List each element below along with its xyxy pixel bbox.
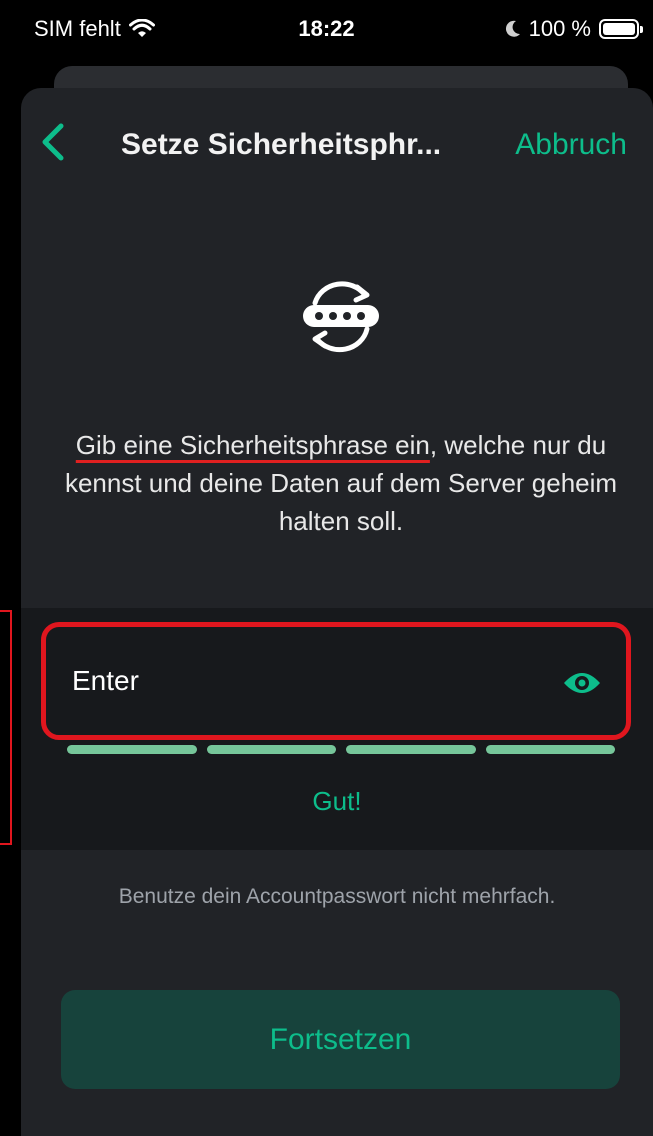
- battery-status: 100 %: [505, 16, 643, 42]
- key-backup-icon: [303, 281, 379, 353]
- cancel-button[interactable]: Abbruch: [515, 128, 627, 162]
- battery-icon: [599, 19, 643, 39]
- passphrase-section: Enter Gut!: [21, 608, 653, 850]
- passphrase-input[interactable]: Enter: [72, 665, 139, 697]
- status-bar: SIM fehlt 18:22 100 %: [0, 0, 653, 62]
- continue-button[interactable]: Fortsetzen: [61, 990, 620, 1089]
- strength-label: Gut!: [312, 786, 362, 816]
- page-title: Setze Sicherheitsphr...: [121, 128, 442, 161]
- navigation-bar: Setze Sicherheitsphr... Abbruch: [21, 88, 653, 198]
- passphrase-field[interactable]: Enter: [41, 622, 631, 740]
- moon-icon: [505, 20, 520, 37]
- annotation-bracket: [0, 610, 12, 845]
- hint-text: Benutze dein Accountpasswort nicht mehrf…: [118, 885, 556, 908]
- strength-segment: [485, 745, 615, 754]
- strength-segment: [206, 745, 336, 754]
- show-password-eye-icon[interactable]: [562, 669, 602, 697]
- strength-segment: [346, 745, 476, 754]
- description-text: Gib eine Sicherheitsphrase ein, welche n…: [51, 426, 631, 540]
- description-highlight: Gib eine Sicherheitsphrase ein: [75, 430, 430, 460]
- battery-percent: 100 %: [528, 16, 591, 41]
- strength-meter: [67, 745, 615, 754]
- strength-segment: [67, 745, 197, 754]
- modal-sheet: Setze Sicherheitsphr... Abbruch Gib eine…: [21, 88, 653, 1136]
- back-chevron-icon[interactable]: [37, 122, 73, 162]
